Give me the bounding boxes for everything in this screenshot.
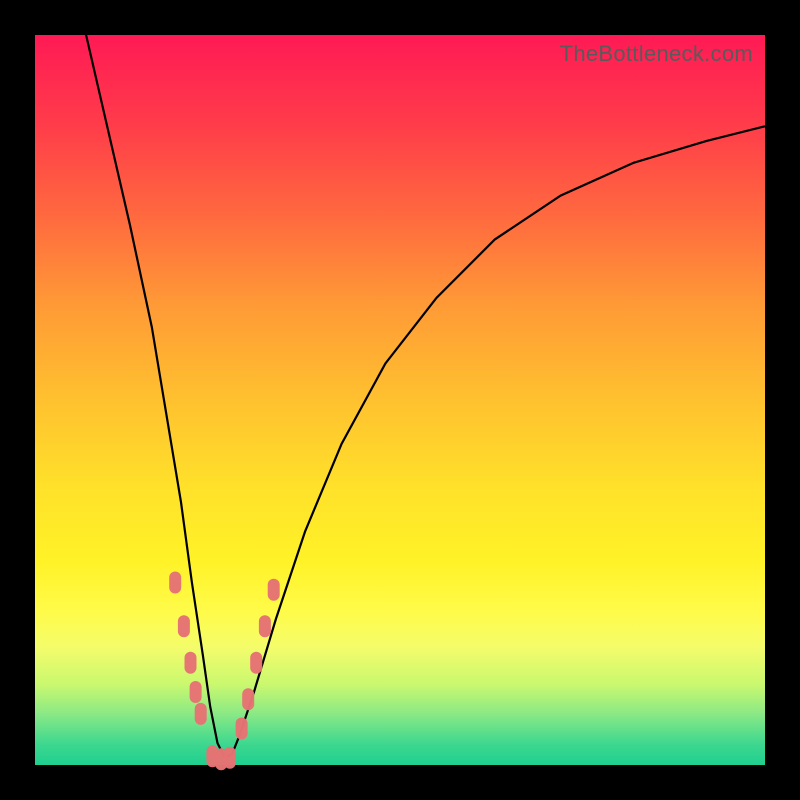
marker-point — [268, 579, 280, 601]
marker-point — [190, 681, 202, 703]
marker-point — [178, 615, 190, 637]
curve-layer — [35, 35, 765, 765]
marker-point — [224, 747, 236, 769]
marker-point — [259, 615, 271, 637]
plot-area: TheBottleneck.com — [35, 35, 765, 765]
marker-point — [250, 652, 262, 674]
chart-frame: TheBottleneck.com — [0, 0, 800, 800]
marker-point — [195, 703, 207, 725]
marker-point — [169, 572, 181, 594]
marker-cluster — [169, 572, 280, 771]
marker-point — [242, 688, 254, 710]
marker-point — [185, 652, 197, 674]
marker-point — [236, 718, 248, 740]
bottleneck-curve — [86, 35, 765, 758]
